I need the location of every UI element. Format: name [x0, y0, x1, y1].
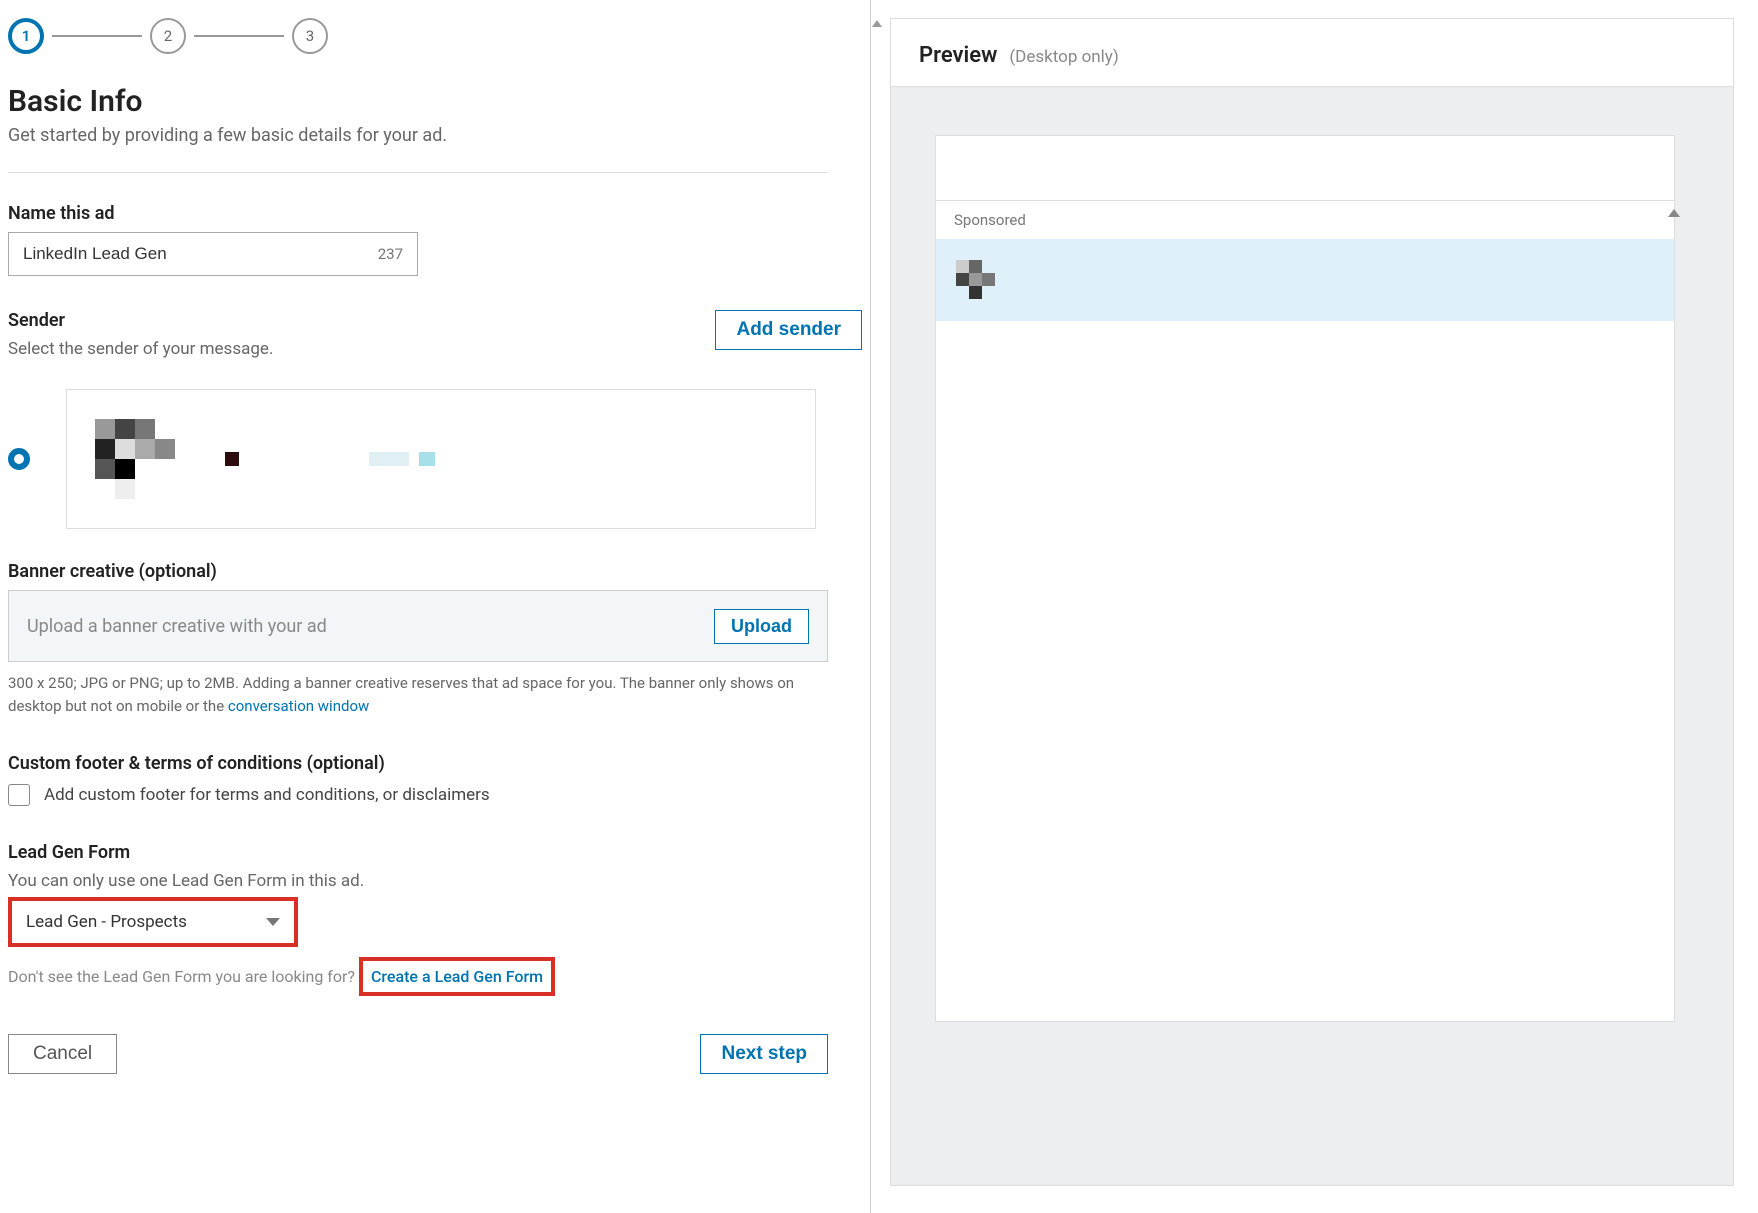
ad-name-field-wrapper[interactable]: 237: [8, 232, 418, 276]
preview-sub: (Desktop only): [1009, 47, 1118, 67]
sender-sublabel: Select the sender of your message.: [8, 339, 273, 359]
lead-gen-select[interactable]: Lead Gen - Prospects: [8, 897, 298, 947]
stepper: 1 2 3: [8, 18, 862, 54]
next-step-button[interactable]: Next step: [700, 1034, 828, 1074]
ad-name-label: Name this ad: [8, 203, 862, 224]
sender-meta: [225, 452, 435, 466]
preview-card: Sponsored: [935, 135, 1675, 1022]
custom-footer-checkbox[interactable]: [8, 784, 30, 806]
preview-header: Preview (Desktop only): [890, 18, 1734, 86]
banner-label: Banner creative (optional): [8, 561, 862, 582]
ad-name-input[interactable]: [23, 244, 378, 264]
step-line: [194, 35, 284, 37]
sender-radio-selected[interactable]: [8, 448, 30, 470]
chevron-down-icon: [266, 918, 280, 926]
page-subtitle: Get started by providing a few basic det…: [8, 125, 862, 146]
add-sender-button[interactable]: Add sender: [715, 310, 862, 350]
conversation-window-link[interactable]: conversation window: [228, 697, 369, 715]
banner-helper: 300 x 250; JPG or PNG; up to 2MB. Adding…: [8, 672, 808, 717]
page-title: Basic Info: [8, 84, 862, 119]
sender-avatar: [95, 419, 175, 499]
scroll-up-icon: [1668, 209, 1680, 217]
custom-footer-checkbox-label: Add custom footer for terms and conditio…: [44, 785, 490, 805]
lead-gen-selected-value: Lead Gen - Prospects: [26, 912, 187, 932]
lead-gen-note-text: Don't see the Lead Gen Form you are look…: [8, 967, 355, 986]
section-divider: [8, 172, 828, 173]
panel-divider: [870, 0, 882, 1213]
sender-label: Sender: [8, 310, 273, 331]
step-line: [52, 35, 142, 37]
sender-card[interactable]: [66, 389, 816, 529]
banner-upload-box: Upload a banner creative with your ad Up…: [8, 590, 828, 662]
custom-footer-label: Custom footer & terms of conditions (opt…: [8, 753, 862, 774]
preview-avatar: [956, 260, 996, 300]
scroll-up-icon: [872, 20, 882, 27]
preview-sponsored-label: Sponsored: [936, 200, 1674, 239]
ad-name-counter: 237: [378, 245, 403, 263]
preview-highlight-row: [936, 239, 1674, 321]
upload-button[interactable]: Upload: [714, 609, 809, 644]
lead-gen-label: Lead Gen Form: [8, 842, 862, 863]
create-lead-gen-form-link[interactable]: Create a Lead Gen Form: [359, 957, 555, 996]
step-1[interactable]: 1: [8, 18, 44, 54]
banner-placeholder: Upload a banner creative with your ad: [27, 616, 327, 637]
preview-body: Sponsored: [890, 86, 1734, 1186]
step-3[interactable]: 3: [292, 18, 328, 54]
cancel-button[interactable]: Cancel: [8, 1034, 117, 1074]
step-2[interactable]: 2: [150, 18, 186, 54]
preview-title: Preview: [919, 43, 997, 68]
lead-gen-sublabel: You can only use one Lead Gen Form in th…: [8, 871, 862, 891]
